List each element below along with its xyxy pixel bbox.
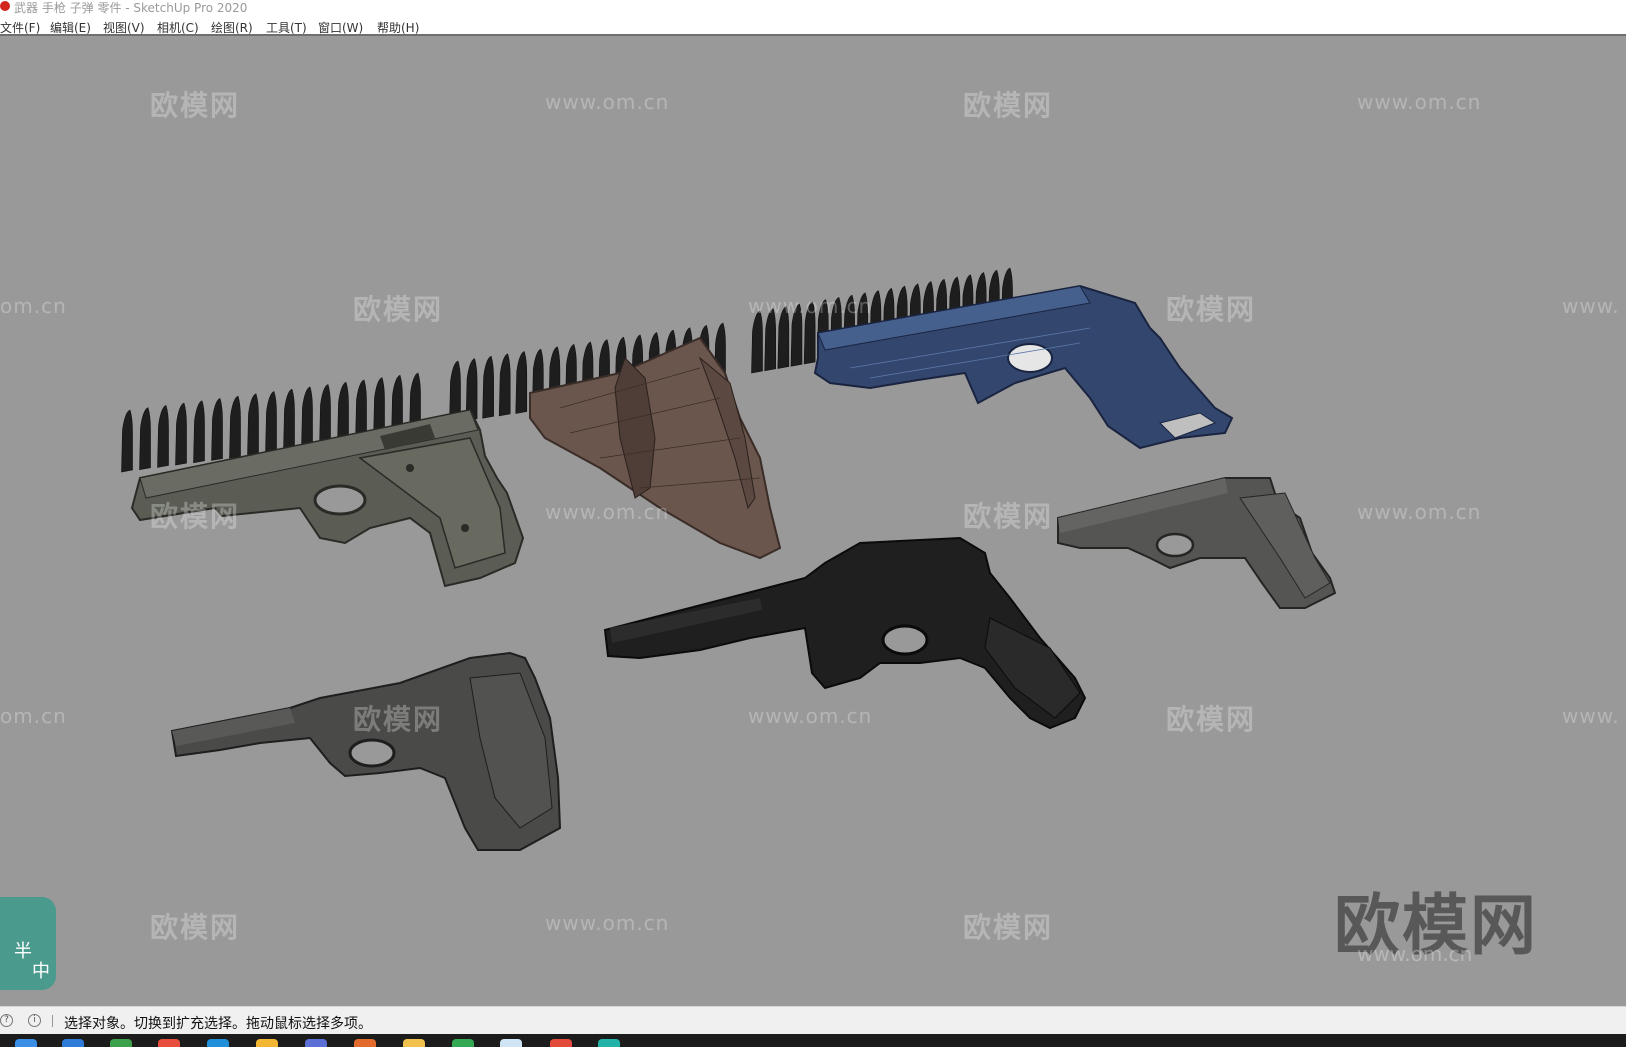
watermark-brand: 欧模网 bbox=[963, 500, 1054, 533]
bullet bbox=[139, 407, 151, 471]
watermark-brand: 欧模网 bbox=[963, 89, 1054, 122]
bullet bbox=[211, 398, 223, 461]
image-icon[interactable] bbox=[452, 1039, 474, 1047]
watermark-url: om.cn bbox=[0, 294, 67, 318]
app-icon[interactable] bbox=[598, 1039, 620, 1047]
watermark-url: www.om.cn bbox=[545, 90, 670, 114]
taskbar bbox=[0, 1034, 1626, 1047]
app-icon[interactable] bbox=[403, 1039, 425, 1047]
menu-draw[interactable]: 绘图(R) bbox=[211, 19, 253, 36]
widget-char: 半 bbox=[14, 941, 32, 962]
watermark-brand: 欧模网 bbox=[353, 293, 444, 326]
files-icon[interactable] bbox=[354, 1039, 376, 1047]
watermark-url: om.cn bbox=[0, 704, 67, 728]
info-icon[interactable]: i bbox=[28, 1014, 41, 1027]
bullet bbox=[515, 351, 528, 414]
media-icon[interactable] bbox=[550, 1039, 572, 1047]
watermark-brand: 欧模网 bbox=[1166, 703, 1257, 736]
watermark-brand: 欧模网 bbox=[1166, 293, 1257, 326]
bullet bbox=[121, 409, 133, 473]
status-text: 选择对象。切换到扩充选择。拖动鼠标选择多项。 bbox=[64, 1016, 372, 1032]
menu-edit[interactable]: 编辑(E) bbox=[50, 19, 91, 36]
watermark-url: www.om.cn bbox=[748, 704, 873, 728]
watermark-brand: 欧模网 bbox=[150, 89, 241, 122]
watermark-brand: 欧模网 bbox=[150, 911, 241, 944]
watermark-url: www.om.cn bbox=[748, 294, 873, 318]
bullet bbox=[283, 388, 295, 452]
explorer-icon[interactable] bbox=[15, 1039, 37, 1047]
bullet bbox=[482, 355, 494, 419]
model-viewport[interactable]: 欧模网 www.om.cn 欧模网 www.om.cn om.cn 欧模网 ww… bbox=[0, 38, 1626, 1006]
watermark-brand: 欧模网 bbox=[150, 500, 241, 533]
menu-bar: 文件(F) 编辑(E) 视图(V) 相机(C) 绘图(R) 工具(T) 窗口(W… bbox=[0, 14, 1626, 36]
watermark-brand: 欧模网 bbox=[963, 911, 1054, 944]
walther-p38-model[interactable] bbox=[170, 651, 562, 851]
mail-icon[interactable] bbox=[500, 1039, 522, 1047]
bullet bbox=[265, 391, 277, 454]
bullet bbox=[247, 393, 259, 457]
menu-file[interactable]: 文件(F) bbox=[0, 19, 40, 36]
sketchup-icon bbox=[0, 1, 10, 11]
office-icon[interactable] bbox=[305, 1039, 327, 1047]
widget-char: 中 bbox=[32, 961, 50, 982]
floating-widget[interactable]: 半 中 bbox=[0, 897, 56, 990]
bullet bbox=[229, 395, 241, 459]
status-bar: ? i 选择对象。切换到扩充选择。拖动鼠标选择多项。 bbox=[0, 1006, 1626, 1034]
menu-tools[interactable]: 工具(T) bbox=[266, 19, 307, 36]
bullet bbox=[751, 310, 763, 374]
title-bar: 武器 手枪 子弹 零件 - SketchUp Pro 2020 bbox=[0, 0, 1626, 15]
menu-window[interactable]: 窗口(W) bbox=[318, 19, 363, 36]
watermark-url: www.om.cn bbox=[1357, 500, 1482, 524]
edge-icon[interactable] bbox=[158, 1039, 180, 1047]
bullet bbox=[193, 400, 205, 464]
menu-camera[interactable]: 相机(C) bbox=[157, 19, 199, 36]
bullet bbox=[157, 404, 169, 468]
status-divider bbox=[52, 1015, 53, 1027]
watermark-brand: 欧模网 bbox=[353, 703, 444, 736]
bullet bbox=[319, 384, 331, 447]
watermark-url: www.om.cn bbox=[1357, 90, 1482, 114]
mauser-c96-model[interactable] bbox=[603, 536, 1087, 730]
geolocation-icon[interactable]: ? bbox=[0, 1014, 13, 1027]
chrome-icon[interactable] bbox=[256, 1039, 278, 1047]
watermark-url: www.om.cn bbox=[1357, 942, 1473, 966]
menu-help[interactable]: 帮助(H) bbox=[377, 19, 419, 36]
watermark-url: www.om.cn bbox=[545, 911, 670, 935]
store-icon[interactable] bbox=[62, 1039, 84, 1047]
bullet bbox=[498, 353, 511, 417]
bullet bbox=[301, 386, 313, 450]
bullet bbox=[175, 402, 187, 466]
watermark-url: www.om.cn bbox=[545, 500, 670, 524]
beretta-model[interactable] bbox=[1057, 477, 1337, 609]
bullet bbox=[764, 308, 776, 372]
watermark-url: www. bbox=[1562, 294, 1620, 318]
folder-icon[interactable] bbox=[207, 1039, 229, 1047]
browser-icon[interactable] bbox=[110, 1039, 132, 1047]
watermark-url: www. bbox=[1562, 704, 1620, 728]
menu-view[interactable]: 视图(V) bbox=[103, 19, 145, 36]
